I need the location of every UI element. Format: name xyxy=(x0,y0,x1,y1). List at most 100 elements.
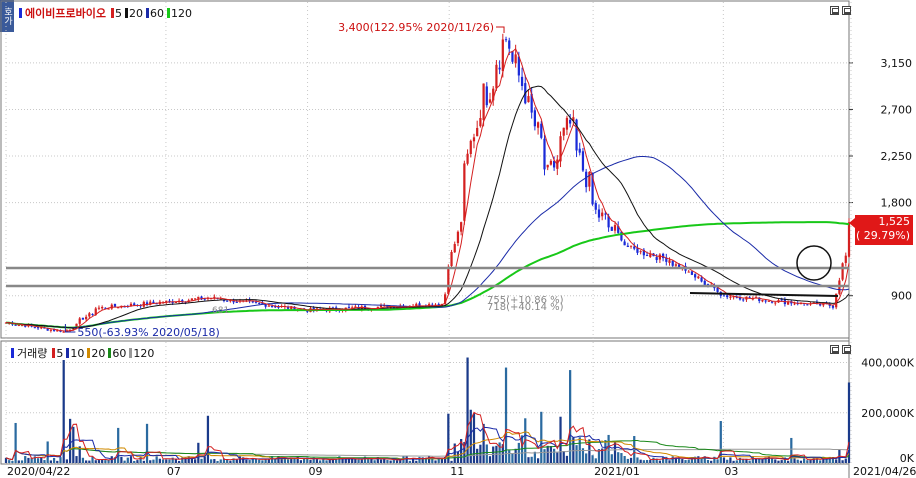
time-tick-label: 07 xyxy=(167,465,181,478)
candle-body xyxy=(33,327,36,329)
legend-label-120[interactable]: 120 xyxy=(171,7,192,20)
legend-label-10[interactable]: 10 xyxy=(70,347,84,360)
candle-body xyxy=(623,241,626,246)
volume-bar xyxy=(88,460,91,463)
candle-body xyxy=(501,39,504,72)
volume-bar xyxy=(488,456,492,463)
volume-bar xyxy=(120,456,123,463)
candle-body xyxy=(578,148,581,153)
legend-label-5[interactable]: 5 xyxy=(56,347,63,360)
volume-bar xyxy=(649,459,652,463)
candle-body xyxy=(613,225,617,231)
volume-bar xyxy=(168,459,171,463)
volume-bar xyxy=(11,460,14,463)
candle-body xyxy=(626,245,629,247)
volume-bar xyxy=(52,457,56,463)
volume-bar xyxy=(796,459,799,463)
volume-bar xyxy=(219,459,222,463)
volume-bar xyxy=(786,460,790,463)
candle-body xyxy=(485,86,488,106)
volume-bar xyxy=(530,456,533,463)
legend-label-60[interactable]: 60 xyxy=(112,347,126,360)
volume-bar xyxy=(780,460,783,463)
candle-body xyxy=(767,300,770,302)
volume-bar xyxy=(235,459,238,463)
legend-label-5[interactable]: 5 xyxy=(115,7,122,20)
volume-title[interactable]: 거래량 xyxy=(17,345,47,361)
volume-panel-maximize-button[interactable] xyxy=(842,345,851,354)
candle-body xyxy=(674,264,678,266)
volume-bar xyxy=(155,456,158,463)
volume-bar xyxy=(716,459,719,463)
volume-bar xyxy=(101,459,104,463)
legend-label-20[interactable]: 20 xyxy=(129,7,143,20)
volume-bar xyxy=(408,460,411,463)
price-tick-label: 900 xyxy=(891,290,912,303)
current-price: 1,525 xyxy=(878,215,911,228)
volume-bar xyxy=(280,459,283,463)
volume-bar xyxy=(248,460,251,463)
time-tick-label: 2020/04/22 xyxy=(7,465,70,478)
candle-body xyxy=(546,164,549,168)
volume-bar xyxy=(36,458,40,463)
volume-bar xyxy=(206,415,210,463)
candle-body xyxy=(793,303,796,305)
candle-body xyxy=(488,99,492,103)
volume-bar xyxy=(299,460,303,463)
candle-body xyxy=(841,263,844,280)
volume-bar xyxy=(24,456,27,463)
volume-bar xyxy=(607,434,610,463)
volume-bar xyxy=(293,458,296,463)
volume-bar xyxy=(14,422,17,463)
volume-bar xyxy=(552,448,556,463)
price-panel-maximize-button[interactable] xyxy=(842,6,851,15)
volume-bar xyxy=(706,460,710,463)
volume-bar xyxy=(565,455,569,463)
candle-body xyxy=(700,277,703,282)
candle-body xyxy=(697,276,700,279)
candle-body xyxy=(645,255,649,257)
volume-bar xyxy=(738,457,742,463)
legend-swatch xyxy=(110,8,114,18)
volume-bar xyxy=(610,454,613,463)
current-change: ( 29.79%) xyxy=(855,229,910,242)
volume-bar xyxy=(543,449,546,463)
volume-bar xyxy=(639,459,642,463)
candle-body xyxy=(520,76,524,86)
time-tick-label: 09 xyxy=(309,465,323,478)
candle-body xyxy=(703,280,706,285)
legend-swatch xyxy=(52,348,56,358)
volume-bar xyxy=(645,459,649,463)
volume-bar xyxy=(8,460,11,463)
volume-bar xyxy=(748,460,751,463)
volume-tick-label: 200,000K xyxy=(861,407,914,420)
legend-label-60[interactable]: 60 xyxy=(150,7,164,20)
legend-label-120[interactable]: 120 xyxy=(133,347,154,360)
candle-body xyxy=(113,303,117,307)
candle-body xyxy=(456,231,460,244)
price-panel-frame xyxy=(0,0,850,339)
price-tick-label: 2,700 xyxy=(881,103,913,116)
time-tick-label: 2021/01 xyxy=(594,465,640,478)
price-panel-minimize-button[interactable] xyxy=(830,6,839,15)
candle-body xyxy=(726,295,729,298)
volume-panel-minimize-button[interactable] xyxy=(830,345,839,354)
volume-bar xyxy=(325,460,328,463)
volume-tick-label: 400,000K xyxy=(861,357,914,370)
candle-body xyxy=(668,260,671,263)
volume-bar xyxy=(40,457,43,463)
candle-body xyxy=(533,110,536,127)
stock-name[interactable]: 에이비프로바이오 xyxy=(25,5,106,21)
stock-chart[interactable]: 3,150 2,700 2,250 1,800 900 400,000K 200,000K 0… xyxy=(0,0,916,478)
legend-label-20[interactable]: 20 xyxy=(91,347,105,360)
candle-body xyxy=(604,213,607,215)
candle-body xyxy=(694,274,697,278)
volume-bar xyxy=(661,457,665,463)
volume-bar xyxy=(504,367,508,463)
volume-bar xyxy=(210,459,213,463)
candle-body xyxy=(774,302,777,304)
volume-bar xyxy=(56,460,59,463)
candle-body xyxy=(469,140,472,154)
candle-body xyxy=(722,295,726,297)
candle-body xyxy=(543,138,546,170)
